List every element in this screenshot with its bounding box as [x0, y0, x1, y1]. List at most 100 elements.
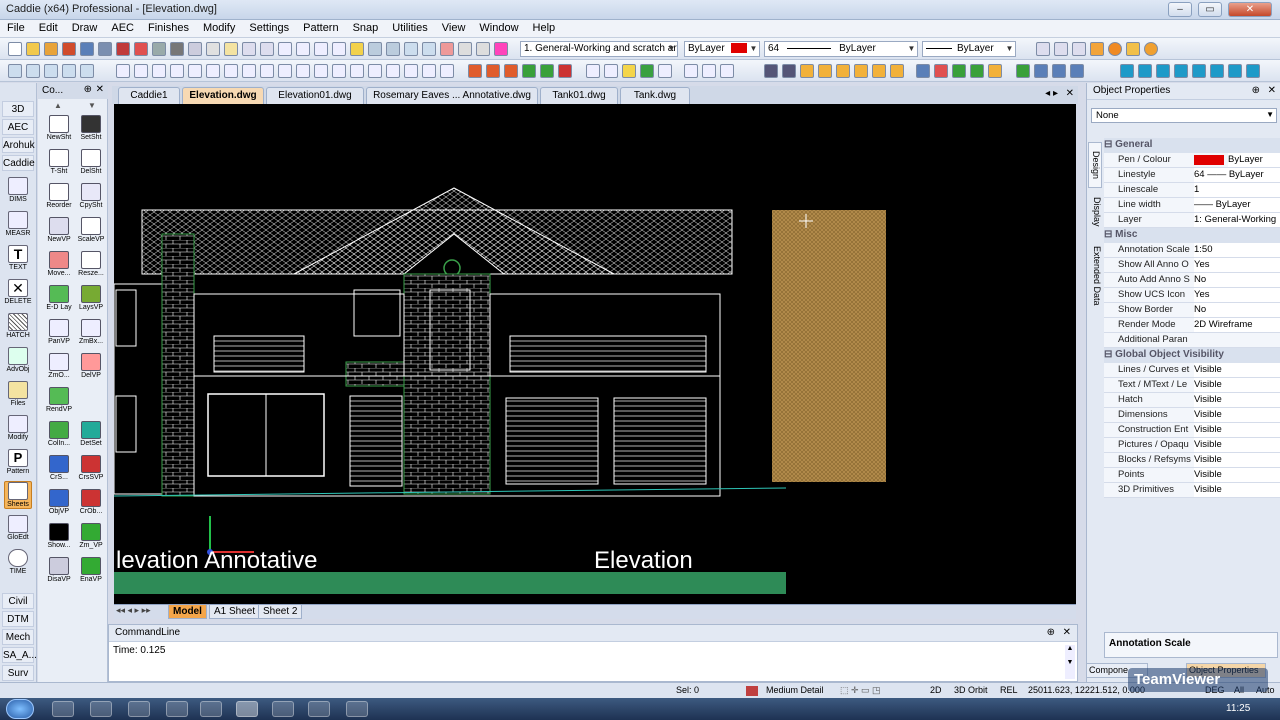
- library-icon[interactable]: [458, 42, 472, 56]
- zoom-realtime-icon[interactable]: [62, 64, 76, 78]
- property-row[interactable]: Auto Add Anno S No: [1104, 273, 1280, 288]
- app-icon[interactable]: [200, 701, 222, 717]
- mode-rel[interactable]: REL: [1000, 685, 1018, 695]
- tool-zm-vp[interactable]: Zm_VP: [76, 523, 106, 549]
- tool-time[interactable]: TIME: [4, 549, 32, 575]
- detail-level[interactable]: Medium Detail: [766, 685, 824, 695]
- linestyle-select[interactable]: 64 ByLayer ▼: [764, 41, 918, 57]
- category-surv[interactable]: Surv: [2, 665, 34, 681]
- app-icon[interactable]: [166, 701, 188, 717]
- category-dtm[interactable]: DTM: [2, 611, 34, 627]
- menu-help[interactable]: Help: [526, 20, 563, 38]
- save-as-icon[interactable]: [98, 42, 112, 56]
- view-iso-icon[interactable]: [1054, 42, 1068, 56]
- property-row[interactable]: Hatch Visible: [1104, 393, 1280, 408]
- leader-icon[interactable]: [934, 64, 948, 78]
- explorer-icon[interactable]: [90, 701, 112, 717]
- break-icon[interactable]: [368, 64, 382, 78]
- cad-mirror-icon[interactable]: [1192, 64, 1206, 78]
- tool-delvp[interactable]: DelVP: [76, 353, 106, 379]
- category-arohuk[interactable]: Arohuk: [2, 137, 35, 153]
- app-icon[interactable]: [346, 701, 368, 717]
- property-row[interactable]: Lines / Curves et Visible: [1104, 363, 1280, 378]
- property-value[interactable]: 2D Wireframe: [1194, 318, 1280, 332]
- open-file-icon[interactable]: [26, 42, 40, 56]
- tool-show[interactable]: Show...: [44, 523, 74, 549]
- chrome-icon[interactable]: [52, 701, 74, 717]
- tool-cpysht[interactable]: CpySht: [76, 183, 106, 209]
- cad-stretch-icon[interactable]: [1210, 64, 1224, 78]
- property-value[interactable]: Visible: [1194, 408, 1280, 422]
- menu-modify[interactable]: Modify: [196, 20, 242, 38]
- view-2d-icon[interactable]: [1036, 42, 1050, 56]
- hide-icon[interactable]: [684, 64, 698, 78]
- extend-icon[interactable]: [242, 64, 256, 78]
- tool-crs[interactable]: CrS...: [44, 455, 74, 481]
- layer-off-icon[interactable]: [702, 64, 716, 78]
- zoom-out-icon[interactable]: [296, 42, 310, 56]
- linewidth-select[interactable]: ByLayer ▼: [922, 41, 1016, 57]
- property-value[interactable]: Yes: [1194, 258, 1280, 272]
- property-row[interactable]: Points Visible: [1104, 468, 1280, 483]
- property-row[interactable]: Render Mode 2D Wireframe: [1104, 318, 1280, 333]
- view-mode-icons[interactable]: ⬚ ✛ ▭ ◳: [840, 685, 881, 696]
- snap-mid-icon[interactable]: [486, 64, 500, 78]
- property-row[interactable]: Show UCS Icon Yes: [1104, 288, 1280, 303]
- tool-newsht[interactable]: NewSht: [44, 115, 74, 141]
- pan-icon[interactable]: [44, 64, 58, 78]
- cut-icon[interactable]: [188, 42, 202, 56]
- pin-icon[interactable]: ⊕: [1047, 627, 1055, 638]
- new-file-icon[interactable]: [8, 42, 22, 56]
- save-icon[interactable]: [80, 42, 94, 56]
- undo-icon[interactable]: [242, 42, 256, 56]
- cad-array-icon[interactable]: [1246, 64, 1260, 78]
- view-3d-icon[interactable]: [1072, 42, 1086, 56]
- recent-files-icon[interactable]: [62, 42, 76, 56]
- property-section[interactable]: ⊟ Global Object Visibility: [1104, 348, 1280, 363]
- maximize-button[interactable]: ▭: [1198, 2, 1222, 17]
- menu-utilities[interactable]: Utilities: [385, 20, 434, 38]
- polyline-icon[interactable]: [134, 64, 148, 78]
- tool-measr[interactable]: MEASR: [4, 211, 32, 237]
- text-style-icon[interactable]: [350, 42, 364, 56]
- divide-icon[interactable]: [440, 64, 454, 78]
- start-button[interactable]: [6, 699, 34, 719]
- close-icon[interactable]: ✕: [1066, 88, 1074, 99]
- grid-toggle-icon[interactable]: [658, 64, 672, 78]
- property-section[interactable]: ⊟ Misc: [1104, 228, 1280, 243]
- minimize-button[interactable]: –: [1168, 2, 1192, 17]
- dimension-icon[interactable]: [916, 64, 930, 78]
- media-player-icon[interactable]: [128, 701, 150, 717]
- category-sa-a[interactable]: SA_A...: [2, 647, 37, 663]
- tool-zmo[interactable]: ZmO...: [44, 353, 74, 379]
- property-row[interactable]: Text / MText / Le Visible: [1104, 378, 1280, 393]
- property-row[interactable]: Pen / Colour ByLayer: [1104, 153, 1280, 168]
- circle-icon[interactable]: [170, 64, 184, 78]
- ortho-icon[interactable]: [586, 64, 600, 78]
- layer-freeze-icon[interactable]: [720, 64, 734, 78]
- command-scrollbar[interactable]: ▲ ▼: [1065, 645, 1075, 679]
- regen-icon[interactable]: [80, 64, 94, 78]
- menu-edit[interactable]: Edit: [32, 20, 65, 38]
- block-icon[interactable]: [764, 64, 778, 78]
- rectangle-icon[interactable]: [188, 64, 202, 78]
- menu-view[interactable]: View: [435, 20, 473, 38]
- close-icon[interactable]: ✕: [96, 84, 104, 95]
- redo-icon[interactable]: [260, 42, 274, 56]
- offset-icon[interactable]: [206, 64, 220, 78]
- snap-end-icon[interactable]: [468, 64, 482, 78]
- explode-icon[interactable]: [404, 64, 418, 78]
- property-value[interactable]: 1: [1194, 183, 1280, 197]
- tool-gloedt[interactable]: GloEdt: [4, 515, 32, 541]
- object-selector[interactable]: None ▼: [1091, 108, 1277, 123]
- zoom-window-icon[interactable]: [314, 42, 328, 56]
- calculator-icon[interactable]: [440, 42, 454, 56]
- arc-icon[interactable]: [152, 64, 166, 78]
- close-file-icon[interactable]: [116, 42, 130, 56]
- zoom-in-icon[interactable]: [278, 42, 292, 56]
- category-caddie[interactable]: Caddie: [2, 155, 35, 171]
- collapse-icon[interactable]: ⊟: [1104, 349, 1115, 360]
- cad-rotate-icon[interactable]: [1156, 64, 1170, 78]
- property-row[interactable]: Show All Anno O Yes: [1104, 258, 1280, 273]
- export-icon[interactable]: [134, 42, 148, 56]
